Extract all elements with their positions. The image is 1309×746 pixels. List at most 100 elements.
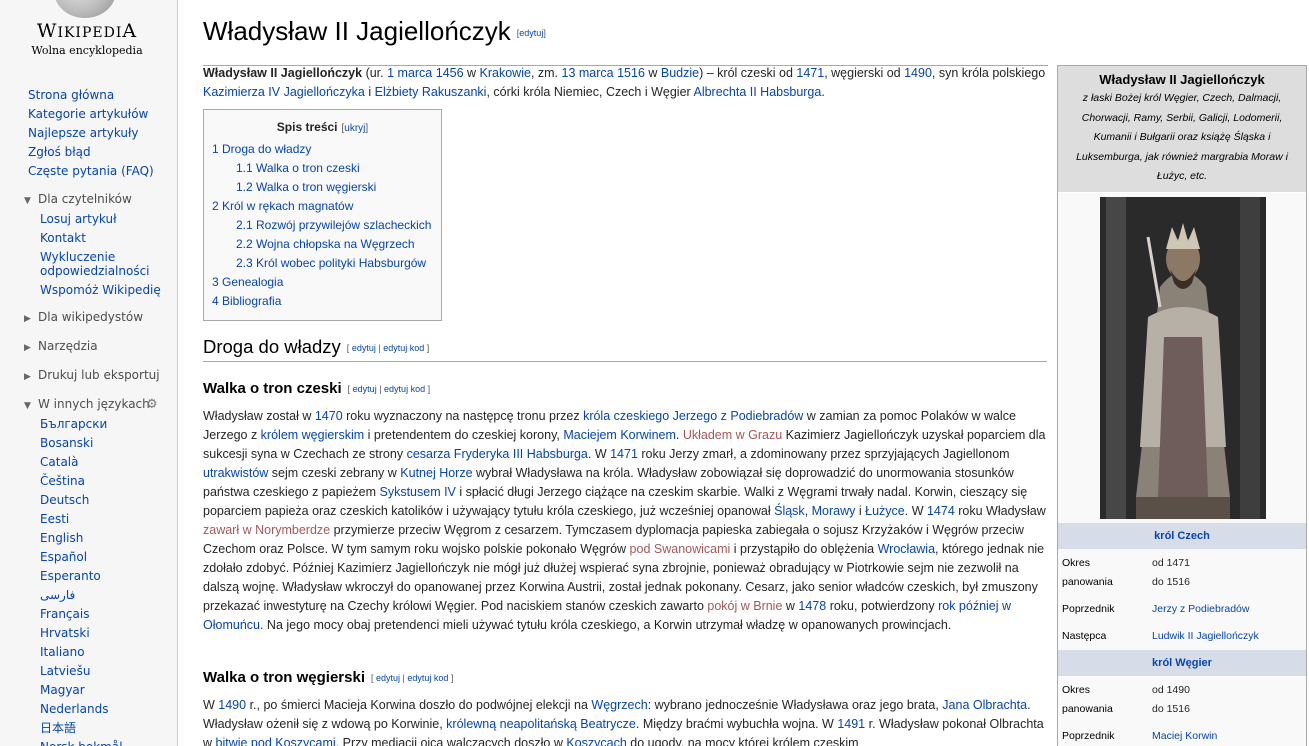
portlet-print-toggle[interactable]: ▶ Drukuj lub eksportuj <box>24 368 160 382</box>
link[interactable]: Sykstusem IV <box>379 485 455 499</box>
toc-item[interactable]: 3 Genealogia <box>212 275 283 289</box>
link[interactable]: Jerzy z Podiebradów <box>1152 600 1302 619</box>
link[interactable]: 1474 <box>927 504 955 518</box>
lang-link[interactable]: Čeština <box>40 472 123 491</box>
triangle-right-icon: ▶ <box>24 372 31 382</box>
lang-link[interactable]: Català <box>40 453 123 472</box>
link[interactable]: Łużyce <box>865 504 905 518</box>
lang-link[interactable]: Latviešu <box>40 662 123 681</box>
nav-featured[interactable]: Najlepsze artykuły <box>28 124 154 143</box>
link[interactable]: Kazimierza IV Jagiellończyka <box>203 85 365 99</box>
link[interactable]: 1470 <box>315 409 343 423</box>
link[interactable]: królem węgierskim <box>261 428 365 442</box>
link[interactable]: Koszycach <box>566 736 626 746</box>
link[interactable]: Ludwik II Jagiellończyk <box>1152 627 1302 646</box>
logo-tagline: Wolna encyklopedia <box>31 44 143 57</box>
language-list: Български Bosanski Català Čeština Deutsc… <box>40 415 123 746</box>
link[interactable]: Maciejem Korwinem <box>563 428 676 442</box>
lang-link[interactable]: Bosanski <box>40 434 123 453</box>
link[interactable]: 1478 <box>798 599 826 613</box>
toc-item[interactable]: 1.2 Walka o tron węgierski <box>236 180 376 194</box>
title-edit-link[interactable]: [edytuj] <box>517 28 546 38</box>
lang-link[interactable]: Hrvatski <box>40 624 123 643</box>
intro-paragraph: Władysław II Jagiellończyk (ur. 1 marca … <box>203 66 1046 99</box>
lang-link[interactable]: Français <box>40 605 123 624</box>
section-heading: Droga do władzy[ edytuj | edytuj kod ] <box>203 336 1047 362</box>
link[interactable]: Krakowie <box>480 66 531 80</box>
link[interactable]: bitwie pod Koszycami <box>216 736 336 746</box>
toc-item[interactable]: 1.1 Walka o tron czeski <box>236 161 360 175</box>
link[interactable]: 1 marca 1456 <box>387 66 463 80</box>
paragraph-czech-throne: Władysław został w 1470 roku wyznaczony … <box>203 409 1046 632</box>
paragraph-hungarian-throne: W 1490 r., po śmierci Macieja Korwina do… <box>203 696 1047 746</box>
wikipedia-logo[interactable]: WIKIPEDIA Wolna encyklopedia <box>4 0 170 70</box>
link[interactable]: królewną neapolitańską Beatrycze <box>446 717 636 731</box>
link[interactable]: utrakwistów <box>203 466 268 480</box>
link[interactable]: 1471 <box>610 447 638 461</box>
link[interactable]: Elżbiety Rakuszanki <box>375 85 487 99</box>
toc-item[interactable]: 4 Bibliografia <box>212 294 281 308</box>
link[interactable]: 1491 <box>837 717 865 731</box>
link[interactable]: Śląsk <box>774 504 805 518</box>
link[interactable]: Wrocławia <box>878 542 935 556</box>
link[interactable]: Węgrzech <box>591 698 647 712</box>
lang-link[interactable]: فارسی <box>40 586 123 605</box>
lang-link[interactable]: Magyar <box>40 681 123 700</box>
portlet-tools-toggle[interactable]: ▶ Narzędzia <box>24 339 98 353</box>
portlet-languages-toggle[interactable]: ▼ W innych językach <box>24 397 150 411</box>
nav-contact[interactable]: Kontakt <box>40 229 161 248</box>
portlet-readers-toggle[interactable]: ▼ Dla czytelników <box>24 192 132 206</box>
lang-link[interactable]: Eesti <box>40 510 123 529</box>
toc-item[interactable]: 2.3 Król wobec polityki Habsburgów <box>236 256 426 270</box>
portrait-illustration <box>1100 197 1266 519</box>
lang-link[interactable]: Español <box>40 548 123 567</box>
nav-faq[interactable]: Częste pytania (FAQ) <box>28 162 154 181</box>
lang-link[interactable]: 日本語 <box>40 719 123 738</box>
link[interactable]: Albrechta II Habsburga <box>693 85 821 99</box>
nav-donate[interactable]: Wspomóż Wikipedię <box>40 281 161 300</box>
toc-item[interactable]: 2 Król w rękach magnatów <box>212 199 353 213</box>
nav-report-error[interactable]: Zgłoś błąd <box>28 143 154 162</box>
table-of-contents: Spis treści [ukryj] 1 Droga do władzy 1.1… <box>203 109 442 321</box>
nav-categories[interactable]: Kategorie artykułów <box>28 105 154 124</box>
link[interactable]: króla czeskiego Jerzego z Podiebradów <box>583 409 803 423</box>
toc-item[interactable]: 2.1 Rozwój przywilejów szlacheckich <box>236 218 431 232</box>
portrait-image[interactable] <box>1100 197 1266 519</box>
infobox-name: Władysław II Jagiellończyk <box>1099 72 1265 87</box>
link[interactable]: 1471 <box>796 66 824 80</box>
nav-disclaimer[interactable]: Wykluczenie odpowiedzialności <box>40 250 150 278</box>
red-link[interactable]: zawarł w Norymberdze <box>203 523 330 537</box>
portlet-editors-toggle[interactable]: ▶ Dla wikipedystów <box>24 310 143 324</box>
link[interactable]: 1490 <box>218 698 246 712</box>
link[interactable]: cesarza Fryderyka III Habsburga <box>407 447 588 461</box>
nav-main-page[interactable]: Strona główna <box>28 86 154 105</box>
infobox-section-czech[interactable]: król Czech <box>1058 523 1306 549</box>
section-edit-links[interactable]: [ edytuj | edytuj kod ] <box>347 343 429 353</box>
infobox-section-hungary[interactable]: król Węgier <box>1058 650 1306 676</box>
toc-item[interactable]: 2.2 Wojna chłopska na Węgrzech <box>236 237 415 251</box>
link[interactable]: Morawy <box>812 504 856 518</box>
lang-link[interactable]: Esperanto <box>40 567 123 586</box>
link[interactable]: Jana Olbrachta <box>942 698 1027 712</box>
lang-link[interactable]: Norsk bokmål <box>40 738 123 746</box>
red-link[interactable]: pokój w Brnie <box>707 599 782 613</box>
red-link[interactable]: Układem w Grazu <box>683 428 782 442</box>
subsection-edit-links[interactable]: [ edytuj | edytuj kod ] <box>348 384 430 394</box>
lang-link[interactable]: Nederlands <box>40 700 123 719</box>
gear-icon[interactable]: ⚙ <box>146 397 158 412</box>
subsection-heading: Walka o tron węgierski[ edytuj | edytuj … <box>203 669 454 686</box>
toc-item[interactable]: 1 Droga do władzy <box>212 142 311 156</box>
nav-random[interactable]: Losuj artykuł <box>40 210 161 229</box>
link[interactable]: 13 marca 1516 <box>562 66 645 80</box>
link[interactable]: 1490 <box>904 66 932 80</box>
toc-hide-toggle[interactable]: [ukryj] <box>342 123 369 134</box>
lang-link[interactable]: Deutsch <box>40 491 123 510</box>
subsection-edit-links[interactable]: [ edytuj | edytuj kod ] <box>371 673 453 683</box>
lang-link[interactable]: Български <box>40 415 123 434</box>
link[interactable]: Kutnej Horze <box>400 466 472 480</box>
link[interactable]: Maciej Korwin <box>1152 727 1302 746</box>
lang-link[interactable]: English <box>40 529 123 548</box>
link[interactable]: Budzie <box>661 66 699 80</box>
lang-link[interactable]: Italiano <box>40 643 123 662</box>
red-link[interactable]: pod Swanowicami <box>630 542 731 556</box>
